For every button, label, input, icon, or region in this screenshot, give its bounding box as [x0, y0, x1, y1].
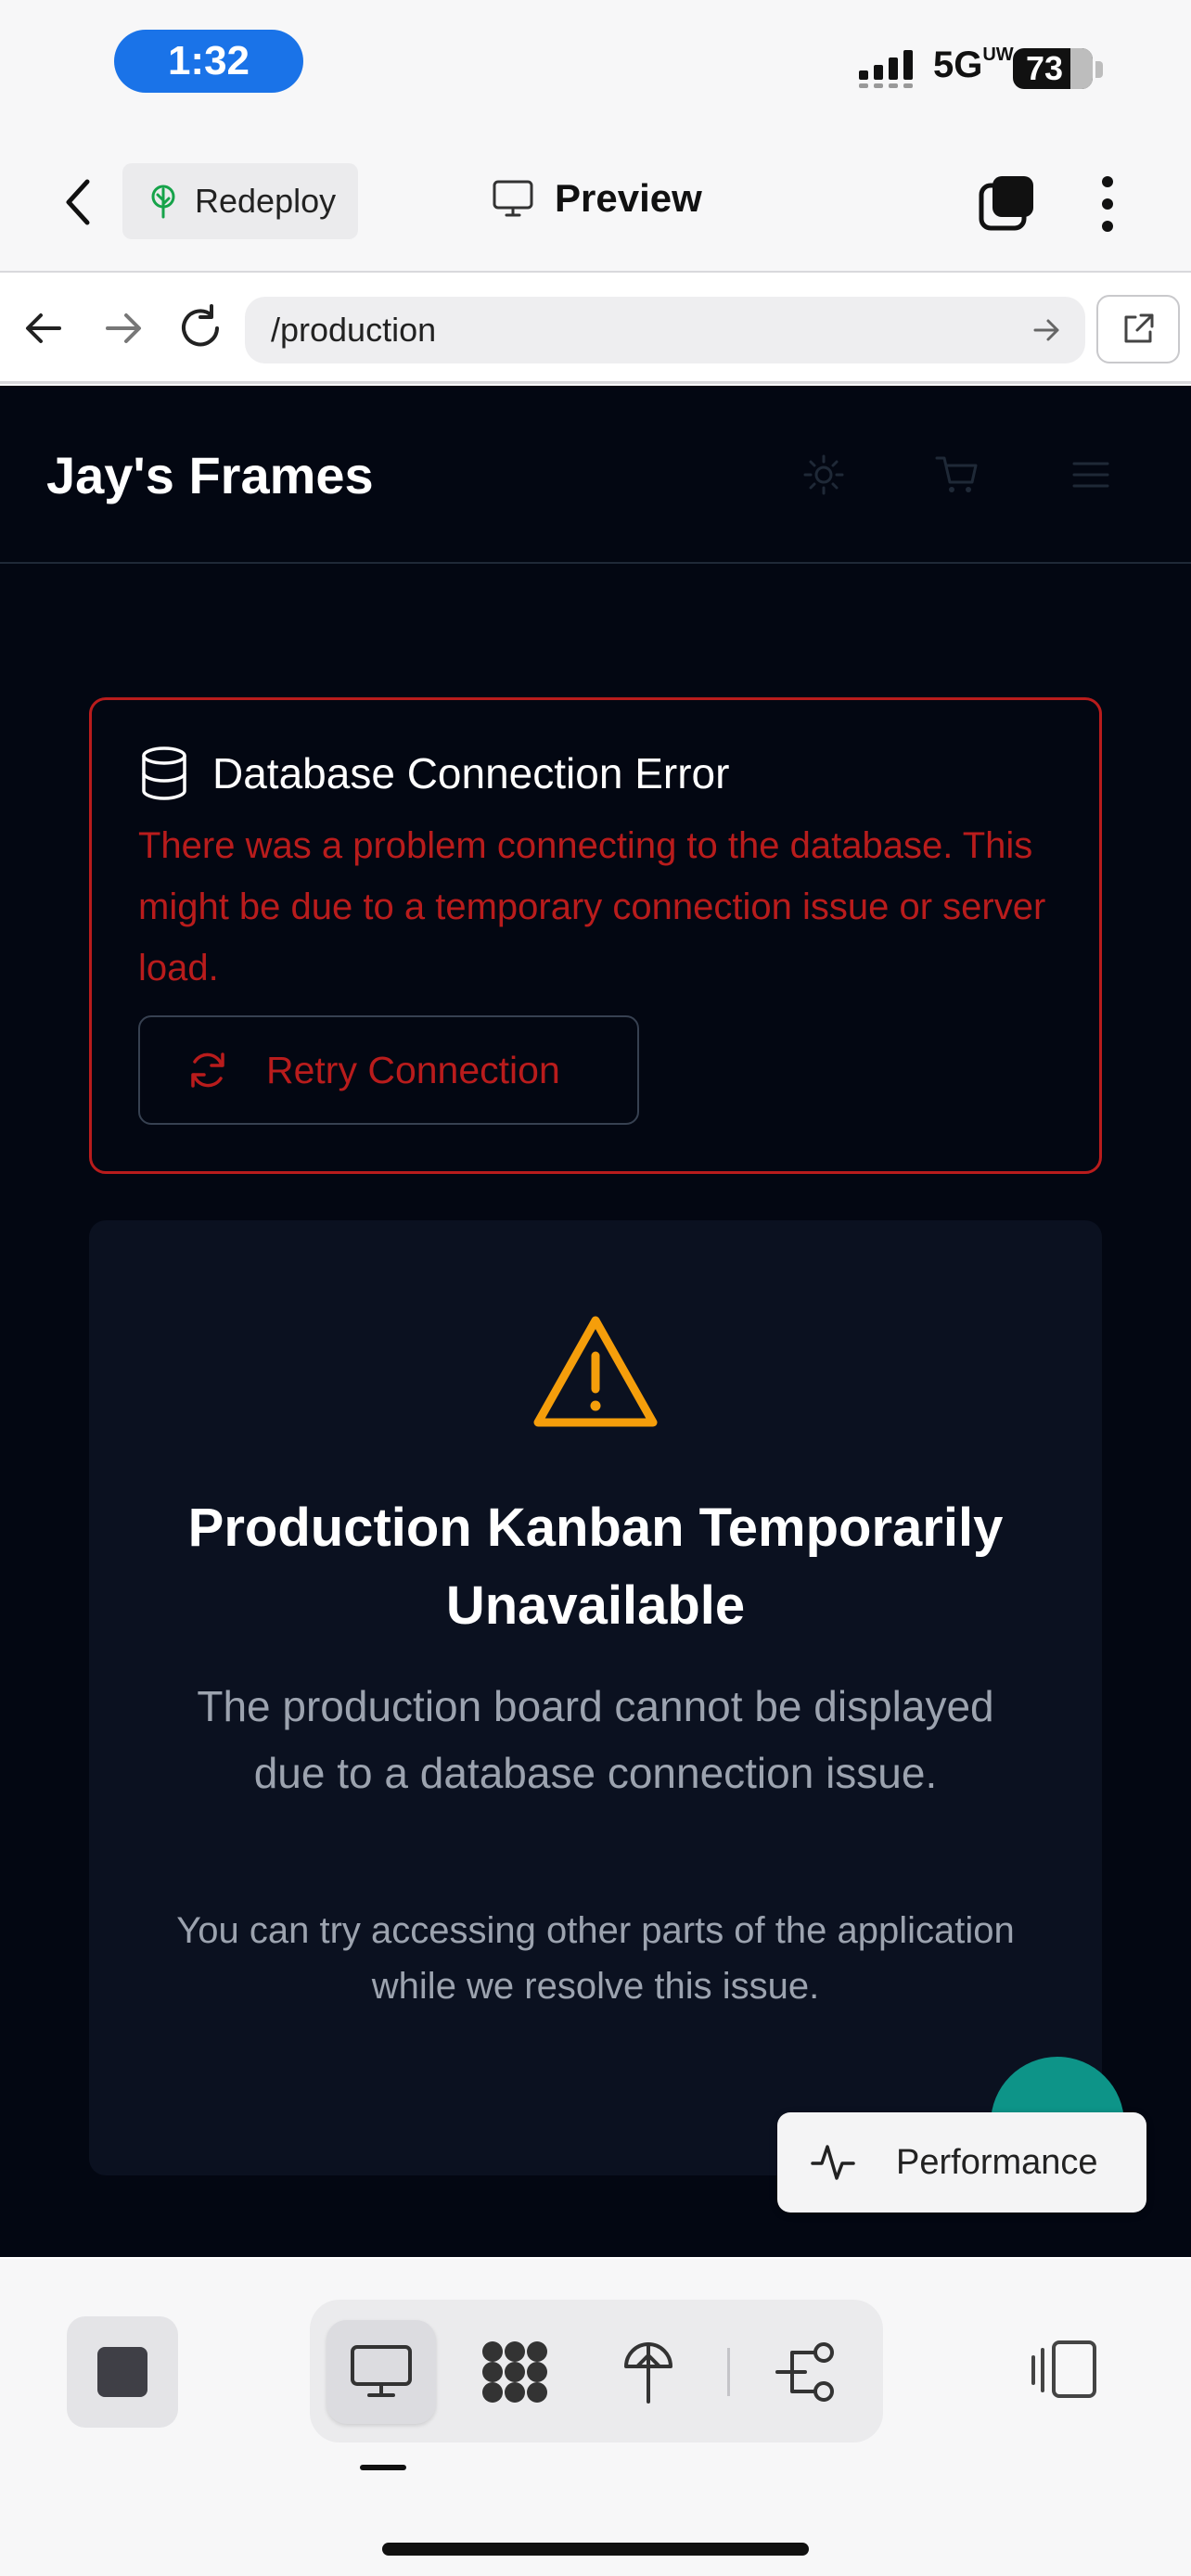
performance-label: Performance — [896, 2142, 1098, 2182]
home-indicator — [382, 2543, 809, 2556]
bottom-toolbar — [0, 2259, 1191, 2576]
error-title: Database Connection Error — [212, 749, 730, 797]
segment-divider — [727, 2348, 730, 2396]
flow-icon — [775, 2342, 834, 2402]
reload-icon[interactable] — [174, 302, 226, 354]
database-error-alert: Database Connection Error There was a pr… — [89, 697, 1102, 1174]
arrow-left-icon[interactable] — [19, 302, 70, 354]
status-title: Production Kanban Temporarily Unavailabl… — [187, 1498, 1004, 1636]
signal-icon — [859, 50, 913, 88]
status-hint: You can try accessing other parts of the… — [176, 1910, 1015, 2007]
retry-label: Retry Connection — [266, 1048, 560, 1091]
active-tab-indicator — [360, 2465, 406, 2470]
url-text: /production — [271, 311, 437, 349]
side-panel-icon[interactable] — [1030, 2337, 1100, 2404]
cart-icon[interactable] — [933, 451, 981, 499]
activity-icon — [811, 2145, 855, 2180]
sun-icon[interactable] — [800, 451, 848, 499]
status-bar: 1:32 5GUW 73 — [0, 0, 1191, 130]
menu-icon[interactable] — [1067, 451, 1115, 499]
error-title-row: Database Connection Error — [140, 746, 729, 800]
stop-icon — [97, 2347, 147, 2397]
site-navbar: Jay's Frames — [0, 386, 1191, 564]
open-external-button[interactable] — [1096, 295, 1180, 363]
refresh-icon — [191, 1052, 224, 1088]
warning-icon — [533, 1316, 658, 1427]
monitor-icon — [493, 180, 533, 217]
flow-tab[interactable] — [751, 2320, 861, 2424]
error-message: There was a problem connecting to the da… — [138, 825, 1046, 988]
stop-button[interactable] — [67, 2316, 178, 2428]
status-description: The production board cannot be displayed… — [197, 1682, 994, 1797]
status-time: 1:32 — [114, 30, 303, 93]
url-field[interactable]: /production — [245, 297, 1085, 363]
deploy-tab[interactable] — [594, 2320, 703, 2424]
grid-dots-icon — [482, 2341, 547, 2403]
retry-connection-button[interactable]: Retry Connection — [138, 1015, 639, 1125]
battery-indicator: 73 — [1013, 48, 1093, 89]
redeploy-label: Redeploy — [195, 182, 337, 220]
preview-tab[interactable] — [327, 2320, 436, 2424]
external-link-icon — [1124, 313, 1154, 343]
site-viewport: Jay's Frames Database Connection Error T… — [0, 386, 1191, 2257]
arrow-right-icon[interactable] — [96, 302, 148, 354]
workspace-tab[interactable] — [460, 2320, 570, 2424]
go-arrow-icon[interactable] — [1028, 312, 1065, 349]
database-icon — [142, 746, 186, 800]
site-brand[interactable]: Jay's Frames — [46, 445, 374, 505]
more-vertical-icon[interactable] — [1085, 171, 1130, 237]
preview-title: Preview — [492, 176, 702, 221]
view-switcher — [310, 2300, 883, 2442]
browser-bar: /production — [0, 274, 1191, 384]
redeploy-button[interactable]: Redeploy — [122, 163, 358, 239]
chevron-left-icon[interactable] — [56, 174, 100, 230]
battery-nub — [1095, 61, 1103, 78]
preview-label: Preview — [555, 176, 702, 220]
deploy-icon — [624, 2342, 672, 2404]
tabs-icon[interactable] — [978, 174, 1037, 234]
network-type: 5GUW — [933, 45, 1014, 85]
app-header: Redeploy Preview — [0, 130, 1191, 273]
kanban-unavailable-card: Production Kanban Temporarily Unavailabl… — [89, 1220, 1102, 2175]
monitor-icon — [351, 2345, 412, 2397]
tree-icon — [151, 185, 175, 219]
performance-button[interactable]: Performance — [777, 2112, 1146, 2213]
